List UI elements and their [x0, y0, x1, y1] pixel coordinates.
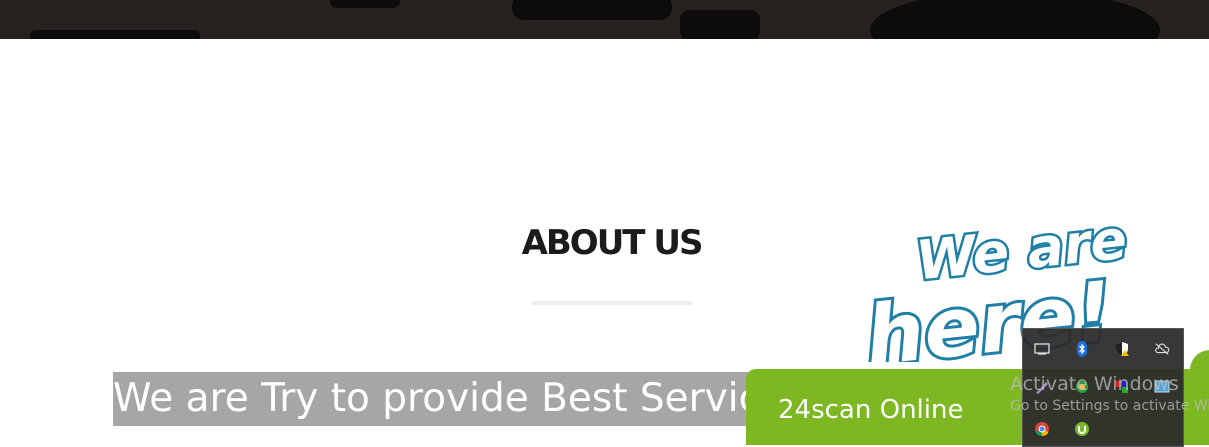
chrome-icon[interactable] [1034, 421, 1050, 437]
tagline-text: We are Try to provide Best Service [113, 372, 789, 426]
activate-windows-subtitle: Go to Settings to activate Windows. [1010, 398, 1209, 414]
keyboard-icon[interactable] [1034, 341, 1050, 357]
hero-object-5 [870, 0, 1160, 39]
security-warning-icon[interactable] [1114, 341, 1130, 357]
hero-banner [0, 0, 1209, 39]
hero-object-4 [680, 10, 760, 39]
hero-object-2 [330, 0, 400, 8]
hero-object-3 [512, 0, 672, 20]
chat-status-label: 24scan Online [778, 395, 964, 425]
bluetooth-icon[interactable] [1074, 341, 1090, 357]
heading-divider [532, 301, 692, 305]
activate-windows-title: Activate Windows [1010, 373, 1179, 395]
cloud-offline-icon[interactable] [1154, 341, 1170, 357]
hero-object-1 [30, 30, 200, 39]
utorrent-icon[interactable] [1074, 421, 1090, 437]
